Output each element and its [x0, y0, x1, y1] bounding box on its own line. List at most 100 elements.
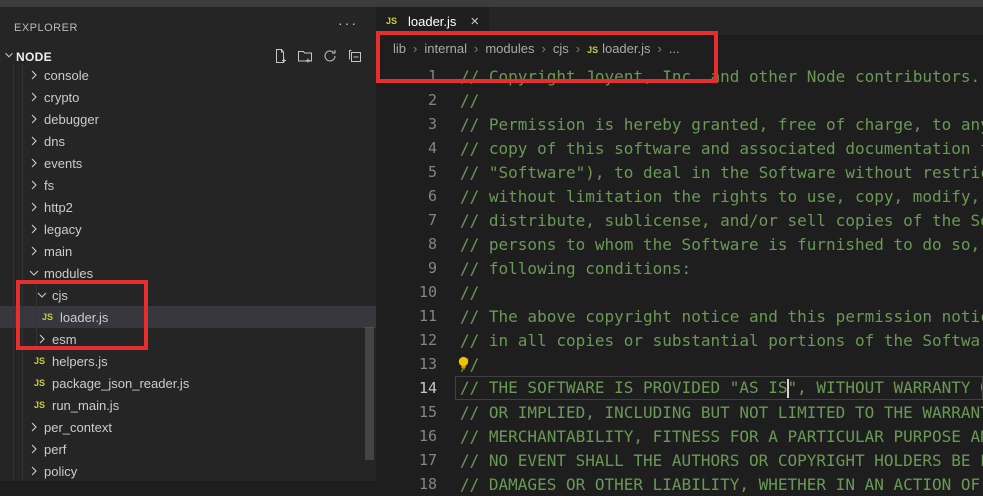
close-icon[interactable]: × — [470, 14, 479, 29]
tree-folder-per-context[interactable]: per_context — [0, 416, 376, 438]
code-line-9[interactable]: 9// following conditions: — [376, 256, 983, 280]
line-number: 6 — [376, 187, 437, 205]
js-file-icon: JS — [587, 45, 598, 55]
code-text: // — [460, 283, 479, 302]
code-line-14[interactable]: 14 // THE SOFTWARE IS PROVIDED "AS IS", W… — [376, 376, 983, 400]
breadcrumb-label: loader.js — [602, 41, 650, 56]
tree-item-label: per_context — [44, 420, 112, 435]
breadcrumb: lib›internal›modules›cjs›JSloader.js›... — [376, 35, 983, 62]
tree-item-label: debugger — [44, 112, 99, 127]
line-number: 16 — [376, 427, 437, 445]
tree-file-helpers-js[interactable]: JShelpers.js — [0, 350, 376, 372]
tree-folder-debugger[interactable]: debugger — [0, 108, 376, 130]
line-number: 1 — [376, 67, 437, 85]
tree-folder-events[interactable]: events — [0, 152, 376, 174]
tree-item-label: events — [44, 156, 82, 171]
chevron-right-icon — [26, 199, 42, 215]
code-line-8[interactable]: 8// persons to whom the Software is furn… — [376, 232, 983, 256]
code-text: // NO EVENT SHALL THE AUTHORS OR COPYRIG… — [460, 451, 983, 470]
breadcrumb-item--[interactable]: ... — [669, 41, 680, 56]
collapse-all-icon[interactable] — [346, 47, 364, 65]
breadcrumb-item-lib[interactable]: lib — [393, 41, 406, 56]
tree-folder-console[interactable]: console — [0, 64, 376, 86]
tree-folder-fs[interactable]: fs — [0, 174, 376, 196]
line-number: 15 — [376, 403, 437, 421]
code-text: // THE SOFTWARE IS PROVIDED "AS IS", WIT… — [460, 378, 983, 398]
line-number: 17 — [376, 451, 437, 469]
chevron-right-icon — [26, 133, 42, 149]
tree-folder-legacy[interactable]: legacy — [0, 218, 376, 240]
code-line-13[interactable]: 13// — [376, 352, 983, 376]
breadcrumb-label: cjs — [553, 41, 569, 56]
breadcrumb-item-cjs[interactable]: cjs — [553, 41, 569, 56]
lightbulb-icon[interactable] — [455, 355, 472, 372]
tree-folder-http2[interactable]: http2 — [0, 196, 376, 218]
tree-item-label: helpers.js — [52, 354, 108, 369]
chevron-right-icon — [26, 89, 42, 105]
new-file-icon[interactable] — [271, 47, 289, 65]
chevron-right-icon — [26, 155, 42, 171]
tree-folder-esm[interactable]: esm — [0, 328, 376, 350]
code-line-5[interactable]: 5// "Software"), to deal in the Software… — [376, 160, 983, 184]
explorer-header: EXPLORER ··· — [0, 15, 376, 41]
code-line-16[interactable]: 16// MERCHANTABILITY, FITNESS FOR A PART… — [376, 424, 983, 448]
chevron-right-icon — [26, 463, 42, 479]
tab-label: loader.js — [408, 14, 456, 29]
explorer-sidebar: EXPLORER ··· NODE consolecryptodebuggerd… — [0, 7, 376, 481]
line-number: 14 — [376, 379, 437, 397]
breadcrumb-separator: › — [474, 41, 478, 56]
tree-indent-guide — [22, 64, 23, 481]
refresh-icon[interactable] — [321, 47, 339, 65]
chevron-right-icon — [26, 111, 42, 127]
code-line-6[interactable]: 6// without limitation the rights to use… — [376, 184, 983, 208]
tab-loader-js[interactable]: JS loader.js × — [376, 7, 489, 35]
code-line-12[interactable]: 12// in all copies or substantial portio… — [376, 328, 983, 352]
line-number: 10 — [376, 283, 437, 301]
code-line-18[interactable]: 18 // DAMAGES OR OTHER LIABILITY, WHETHER… — [376, 472, 983, 496]
tree-file-loader-js[interactable]: JSloader.js — [0, 306, 376, 328]
tree-folder-modules[interactable]: modules — [0, 262, 376, 284]
tree-folder-perf[interactable]: perf — [0, 438, 376, 460]
explorer-more-actions-icon[interactable]: ··· — [338, 15, 358, 31]
code-line-3[interactable]: 3// Permission is hereby granted, free o… — [376, 112, 983, 136]
tree-folder-policy[interactable]: policy — [0, 460, 376, 481]
tree-item-label: crypto — [44, 90, 79, 105]
code-line-2[interactable]: 2// — [376, 88, 983, 112]
line-number: 18 — [376, 475, 437, 493]
code-line-10[interactable]: 10 // — [376, 280, 983, 304]
tree-item-label: esm — [52, 332, 77, 347]
tree-file-package-json-reader-js[interactable]: JSpackage_json_reader.js — [0, 372, 376, 394]
breadcrumb-item-loader-js[interactable]: JS loader.js — [587, 41, 650, 56]
tree-folder-main[interactable]: main — [0, 240, 376, 262]
chevron-right-icon — [26, 221, 42, 237]
breadcrumb-item-internal[interactable]: internal — [424, 41, 467, 56]
tree-folder-dns[interactable]: dns — [0, 130, 376, 152]
tree-item-label: loader.js — [60, 310, 108, 325]
tree-file-run-main-js[interactable]: JSrun_main.js — [0, 394, 376, 416]
code-text: // DAMAGES OR OTHER LIABILITY, WHETHER I… — [460, 475, 983, 494]
breadcrumb-label: lib — [393, 41, 406, 56]
new-folder-icon[interactable] — [296, 47, 314, 65]
breadcrumb-item-modules[interactable]: modules — [485, 41, 534, 56]
tree-item-label: legacy — [44, 222, 82, 237]
breadcrumb-separator: › — [576, 41, 580, 56]
chevron-right-icon — [26, 243, 42, 259]
code-line-11[interactable]: 11// The above copyright notice and this… — [376, 304, 983, 328]
line-number: 13 — [376, 355, 437, 373]
code-line-1[interactable]: 1// Copyright Joyent, Inc. and other Nod… — [376, 64, 983, 88]
code-line-17[interactable]: 17 // NO EVENT SHALL THE AUTHORS OR COPYR… — [376, 448, 983, 472]
breadcrumb-label: internal — [424, 41, 467, 56]
code-line-4[interactable]: 4// copy of this software and associated… — [376, 136, 983, 160]
tree-folder-crypto[interactable]: crypto — [0, 86, 376, 108]
tree-folder-cjs[interactable]: cjs — [0, 284, 376, 306]
tree-item-label: console — [44, 68, 89, 83]
code-line-15[interactable]: 15// OR IMPLIED, INCLUDING BUT NOT LIMIT… — [376, 400, 983, 424]
tree-item-label: modules — [44, 266, 93, 281]
code-area[interactable]: 1// Copyright Joyent, Inc. and other Nod… — [376, 64, 983, 496]
code-line-7[interactable]: 7// distribute, sublicense, and/or sell … — [376, 208, 983, 232]
code-text: // — [460, 91, 479, 110]
tree-item-label: cjs — [52, 288, 68, 303]
sidebar-scrollbar[interactable] — [365, 327, 374, 460]
code-text: // The above copyright notice and this p… — [460, 307, 983, 326]
line-number: 4 — [376, 139, 437, 157]
